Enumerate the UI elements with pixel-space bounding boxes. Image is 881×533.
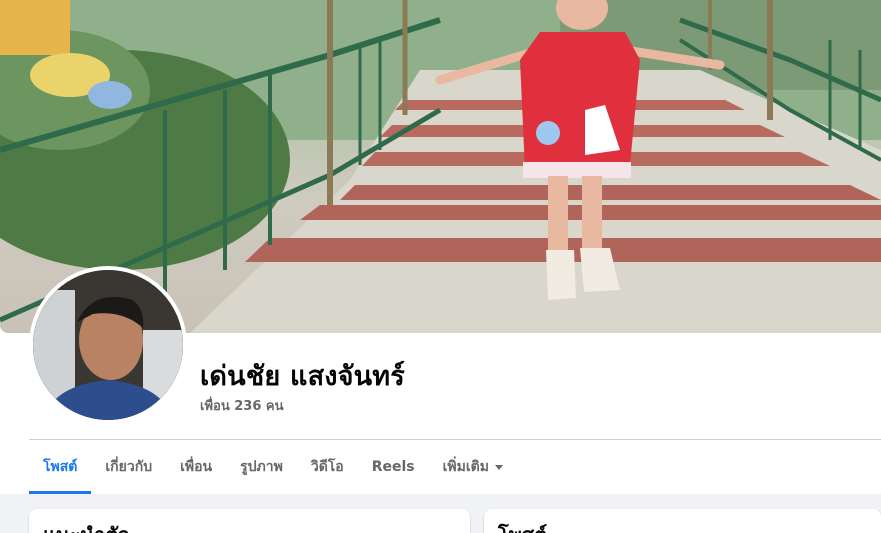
tab-about-label: เกี่ยวกับ bbox=[105, 459, 153, 475]
intro-card-title: แนะนำตัว bbox=[43, 519, 129, 533]
posts-card-title: โพสต์ bbox=[498, 519, 547, 533]
intro-card: แนะนำตัว bbox=[29, 509, 470, 533]
profile-name: เด่นชัย แสงจันทร์ bbox=[200, 361, 406, 392]
profile-photo bbox=[33, 270, 183, 420]
profile-tabs: โพสต์ เกี่ยวกับ เพื่อน รูปภาพ วิดีโอ Ree… bbox=[29, 440, 517, 494]
tab-posts[interactable]: โพสต์ bbox=[29, 440, 92, 494]
tab-reels-label: Reels bbox=[371, 459, 415, 475]
friend-count[interactable]: เพื่อน 236 คน bbox=[200, 395, 283, 416]
tab-reels[interactable]: Reels bbox=[358, 440, 429, 494]
tab-videos-label: วิดีโอ bbox=[310, 459, 344, 475]
tab-friends-label: เพื่อน bbox=[180, 459, 213, 475]
posts-card: โพสต์ bbox=[484, 509, 881, 533]
tab-friends[interactable]: เพื่อน bbox=[166, 440, 226, 494]
tab-about[interactable]: เกี่ยวกับ bbox=[91, 440, 166, 494]
tab-videos[interactable]: วิดีโอ bbox=[297, 440, 358, 494]
tab-photos-label: รูปภาพ bbox=[240, 459, 283, 475]
profile-page: เด่นชัย แสงจันทร์ เพื่อน 236 คน โพสต์ เก… bbox=[0, 0, 881, 533]
tab-more-label: เพิ่มเติม bbox=[442, 459, 489, 475]
tab-more[interactable]: เพิ่มเติม bbox=[429, 440, 517, 494]
tab-posts-label: โพสต์ bbox=[43, 459, 78, 475]
caret-down-icon bbox=[494, 464, 503, 470]
tab-photos[interactable]: รูปภาพ bbox=[226, 440, 297, 494]
profile-avatar[interactable] bbox=[29, 266, 187, 424]
